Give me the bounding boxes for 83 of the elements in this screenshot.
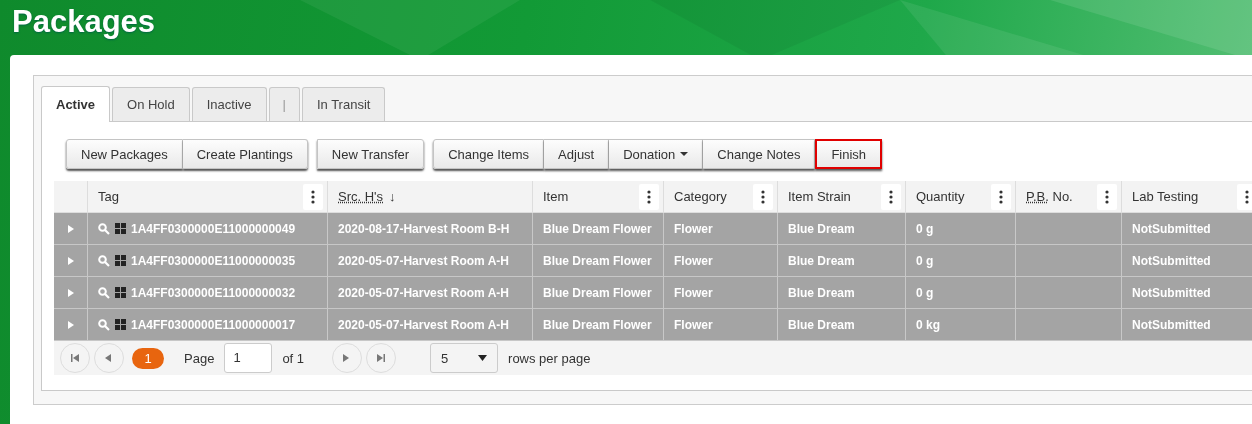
table-cell: Blue Dream Flower (543, 221, 652, 236)
table-cell: Blue Dream Flower (543, 253, 652, 268)
tab[interactable]: On Hold (112, 87, 190, 121)
caret-icon (680, 152, 689, 156)
page-title: Packages (12, 4, 156, 40)
toolbar-button[interactable]: Finish (815, 139, 883, 169)
table-cell: Flower (674, 221, 713, 236)
grid-icon[interactable] (115, 223, 126, 234)
table-cell: NotSubmitted (1132, 253, 1211, 268)
expand-icon[interactable] (67, 320, 74, 329)
sort-indicator: ↓ (389, 189, 396, 204)
expand-icon[interactable] (67, 224, 74, 233)
column-header[interactable]: Lab Testing (1132, 189, 1199, 204)
grid-icon[interactable] (115, 255, 126, 266)
table-cell: 1A4FF0300000E11000000032 (131, 285, 296, 300)
table-cell: Blue Dream (788, 253, 855, 268)
first-page-button[interactable] (60, 343, 90, 373)
column-menu-icon[interactable] (1245, 189, 1249, 204)
tab[interactable]: Inactive (191, 87, 267, 121)
column-menu-icon[interactable] (761, 189, 765, 204)
column-header[interactable]: Quantity (916, 189, 965, 204)
table-cell: NotSubmitted (1132, 317, 1211, 332)
grid-icon[interactable] (115, 319, 126, 330)
page-count: of 1 (282, 350, 305, 366)
column-menu-icon[interactable] (889, 189, 893, 204)
tab[interactable]: In Transit (301, 87, 386, 121)
last-page-button[interactable] (366, 343, 397, 373)
table-cell: 2020-08-17-Harvest Room B-H (338, 221, 510, 236)
column-menu-icon[interactable] (1105, 189, 1109, 204)
expand-icon[interactable] (67, 288, 74, 297)
column-header[interactable]: Src. H's (338, 189, 384, 204)
column-menu-icon[interactable] (311, 189, 315, 204)
grid-icon[interactable] (115, 287, 126, 298)
toolbar-button[interactable]: New Transfer (316, 139, 425, 169)
table-cell: 2020-05-07-Harvest Room A-H (338, 285, 509, 300)
column-header[interactable]: Item Strain (788, 189, 851, 204)
toolbar-button[interactable]: Adjust (544, 139, 610, 169)
table-cell: 0 g (916, 285, 934, 300)
page-size-select[interactable]: 5 (430, 343, 499, 373)
table-cell: 1A4FF0300000E11000000017 (131, 317, 296, 332)
tab[interactable]: Active (41, 86, 111, 122)
toolbar-button[interactable]: Create Plantings (182, 139, 308, 169)
toolbar-button[interactable]: New Packages (66, 139, 183, 169)
table-cell: Flower (674, 285, 713, 300)
table-cell: NotSubmitted (1132, 285, 1211, 300)
table-cell: NotSubmitted (1132, 221, 1211, 236)
column-menu-icon[interactable] (647, 189, 651, 204)
search-icon[interactable] (98, 286, 110, 299)
table-cell: 0 g (916, 253, 934, 268)
page-input[interactable]: 1 (224, 343, 273, 373)
column-header[interactable]: Category (674, 189, 727, 204)
table-cell: 1A4FF0300000E11000000035 (131, 253, 296, 268)
search-icon[interactable] (98, 318, 110, 331)
table-cell: 0 kg (916, 317, 940, 332)
table-cell: 1A4FF0300000E11000000049 (131, 221, 296, 236)
page-label: Page (184, 350, 215, 366)
table-cell: Blue Dream (788, 317, 855, 332)
table-cell: 0 g (916, 221, 934, 236)
caret-icon (478, 355, 488, 361)
first-page-icon (71, 354, 79, 362)
previous-page-icon (105, 354, 113, 362)
table-cell: Blue Dream Flower (543, 285, 652, 300)
page-size-label: rows per page (508, 350, 591, 366)
previous-page-button[interactable] (94, 343, 124, 373)
table-cell: Blue Dream (788, 285, 855, 300)
table-cell: Blue Dream Flower (543, 317, 652, 332)
table-cell: 2020-05-07-Harvest Room A-H (338, 253, 509, 268)
search-icon[interactable] (98, 222, 110, 235)
last-page-icon (377, 354, 386, 362)
toolbar-button[interactable]: Change Items (433, 139, 545, 169)
toolbar-button[interactable]: Change Notes (703, 139, 816, 169)
column-header[interactable]: Item (543, 189, 569, 204)
next-page-button[interactable] (332, 343, 363, 373)
search-icon[interactable] (98, 254, 110, 267)
table-cell: 2020-05-07-Harvest Room A-H (338, 317, 509, 332)
table-cell: Flower (674, 253, 713, 268)
column-header[interactable]: Tag (98, 189, 119, 204)
table-cell: Blue Dream (788, 221, 855, 236)
column-menu-icon[interactable] (999, 189, 1003, 204)
expand-icon[interactable] (67, 256, 74, 265)
dropdown-button[interactable]: Donation (609, 139, 704, 169)
column-header[interactable]: P.B. No. (1026, 189, 1073, 204)
table-cell: Flower (674, 317, 713, 332)
